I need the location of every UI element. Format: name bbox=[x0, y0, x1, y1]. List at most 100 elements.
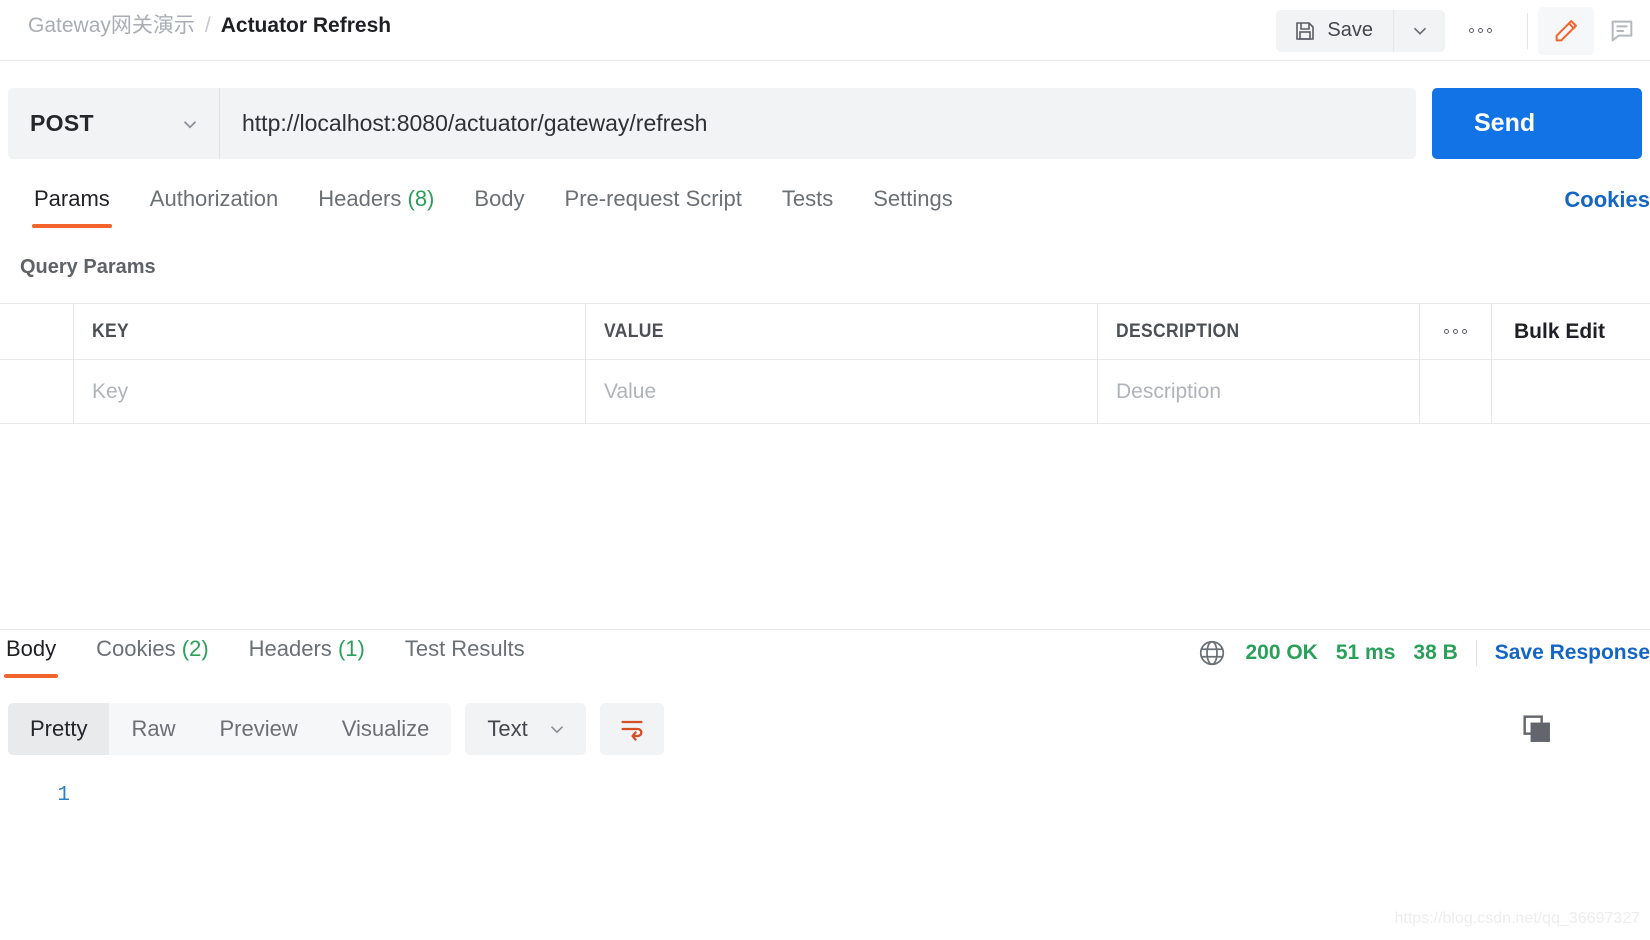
column-header-value: VALUE bbox=[604, 320, 664, 342]
breadcrumb-separator: / bbox=[204, 14, 211, 37]
send-button[interactable]: Send bbox=[1432, 88, 1642, 159]
globe-icon[interactable] bbox=[1197, 638, 1227, 668]
param-value-placeholder: Value bbox=[604, 379, 657, 403]
copy-response-button[interactable] bbox=[1514, 706, 1558, 750]
tab-count: (1) bbox=[337, 636, 365, 661]
comment-icon bbox=[1608, 17, 1636, 45]
tab-settings[interactable]: Settings bbox=[853, 183, 973, 228]
tab-pre-request-script[interactable]: Pre-request Script bbox=[545, 183, 762, 228]
response-format-value: Text bbox=[487, 716, 528, 741]
tab-label: Body bbox=[474, 186, 525, 211]
ellipsis-icon bbox=[1468, 28, 1492, 33]
request-tab-bar: Params Authorization Headers (8) Body Pr… bbox=[0, 183, 1650, 239]
tab-body[interactable]: Body bbox=[454, 183, 544, 228]
bulk-edit-button[interactable]: Bulk Edit bbox=[1492, 304, 1650, 359]
param-description-input[interactable]: Description bbox=[1098, 360, 1420, 423]
param-description-placeholder: Description bbox=[1116, 379, 1222, 403]
response-separator bbox=[0, 629, 1650, 630]
tab-tests[interactable]: Tests bbox=[762, 183, 853, 228]
more-options-button[interactable] bbox=[1451, 10, 1509, 52]
request-url-input[interactable]: http://localhost:8080/actuator/gateway/r… bbox=[220, 88, 1416, 159]
top-bar: Gateway网关演示 / Actuator Refresh Save bbox=[0, 0, 1650, 61]
request-url-bar: POST http://localhost:8080/actuator/gate… bbox=[8, 88, 1642, 159]
table-row: Key Value Description bbox=[0, 360, 1650, 424]
tab-authorization[interactable]: Authorization bbox=[130, 183, 298, 228]
tab-count: (2) bbox=[181, 636, 209, 661]
tab-label: Pre-request Script bbox=[564, 186, 742, 211]
code-line: 1 bbox=[0, 772, 1650, 807]
viewer-mode-label: Pretty bbox=[30, 716, 88, 741]
response-size: 38 B bbox=[1413, 641, 1458, 664]
header-key-cell: KEY bbox=[74, 304, 586, 359]
table-header-row: KEY VALUE DESCRIPTION Bulk Edit bbox=[0, 304, 1650, 360]
http-method-select[interactable]: POST bbox=[8, 88, 220, 159]
page-title: Actuator Refresh bbox=[220, 14, 392, 37]
comments-button[interactable] bbox=[1594, 7, 1650, 55]
chevron-down-icon bbox=[179, 113, 201, 135]
toolbar-divider bbox=[1527, 12, 1528, 49]
breadcrumb-collection[interactable]: Gateway网关演示 bbox=[28, 9, 195, 39]
floppy-disk-icon bbox=[1293, 19, 1317, 43]
response-viewer-toolbar: Pretty Raw Preview Visualize Text bbox=[8, 703, 664, 755]
word-wrap-toggle[interactable] bbox=[599, 703, 664, 755]
response-tab-body[interactable]: Body bbox=[0, 633, 76, 678]
http-method-value: POST bbox=[30, 110, 94, 136]
copy-icon bbox=[1519, 711, 1553, 745]
param-value-input[interactable]: Value bbox=[586, 360, 1098, 423]
row-checkbox-cell[interactable] bbox=[0, 360, 74, 423]
header-checkbox-cell bbox=[0, 304, 74, 359]
response-tab-test-results[interactable]: Test Results bbox=[385, 633, 545, 678]
row-more-cell bbox=[1420, 360, 1492, 423]
param-key-input[interactable]: Key bbox=[74, 360, 586, 423]
save-button-label: Save bbox=[1327, 19, 1373, 41]
word-wrap-icon bbox=[618, 715, 646, 743]
viewer-mode-group: Pretty Raw Preview Visualize bbox=[8, 703, 452, 755]
tab-params[interactable]: Params bbox=[14, 183, 130, 228]
response-format-select[interactable]: Text bbox=[465, 703, 586, 755]
viewer-mode-label: Raw bbox=[131, 716, 176, 741]
response-tab-bar: Body Cookies (2) Headers (1) Test Result… bbox=[0, 633, 1650, 689]
tab-label: Tests bbox=[781, 186, 834, 211]
top-bar-actions: Save bbox=[1276, 0, 1650, 61]
meta-divider bbox=[1475, 640, 1477, 666]
response-tab-cookies[interactable]: Cookies (2) bbox=[76, 633, 229, 678]
viewer-mode-raw[interactable]: Raw bbox=[109, 703, 197, 755]
postman-app-window: Gateway网关演示 / Actuator Refresh Save POST… bbox=[0, 0, 1650, 940]
save-response-button[interactable]: Save Response bbox=[1495, 641, 1650, 665]
save-options-button[interactable] bbox=[1393, 9, 1445, 52]
params-more-button[interactable] bbox=[1420, 304, 1492, 359]
chevron-down-icon bbox=[1409, 20, 1431, 42]
line-number: 1 bbox=[57, 784, 70, 807]
header-description-cell: DESCRIPTION bbox=[1098, 304, 1420, 359]
tab-count: (8) bbox=[407, 186, 435, 211]
chevron-down-icon bbox=[546, 718, 568, 740]
response-tab-headers[interactable]: Headers (1) bbox=[229, 633, 385, 678]
save-button[interactable]: Save bbox=[1276, 9, 1393, 52]
bulk-edit-label: Bulk Edit bbox=[1514, 319, 1606, 343]
edit-request-button[interactable] bbox=[1538, 6, 1594, 55]
query-params-table: KEY VALUE DESCRIPTION Bulk Edit Key Valu… bbox=[0, 303, 1650, 424]
response-time: 51 ms bbox=[1335, 641, 1396, 664]
watermark: https://blog.csdn.net/qq_36697327 bbox=[1394, 910, 1640, 927]
response-meta: 200 OK 51 ms 38 B Save Response bbox=[1197, 638, 1650, 668]
tab-label: Settings bbox=[873, 186, 953, 211]
tab-label: Headers bbox=[318, 186, 402, 211]
tab-label: Authorization bbox=[149, 186, 279, 211]
header-value-cell: VALUE bbox=[586, 304, 1098, 359]
column-header-description: DESCRIPTION bbox=[1116, 320, 1240, 342]
cookies-link[interactable]: Cookies bbox=[1564, 187, 1650, 213]
viewer-mode-pretty[interactable]: Pretty bbox=[8, 703, 110, 755]
viewer-mode-label: Visualize bbox=[341, 716, 430, 741]
tab-headers[interactable]: Headers (8) bbox=[298, 183, 454, 228]
breadcrumb: Gateway网关演示 / Actuator Refresh bbox=[28, 9, 391, 39]
param-key-placeholder: Key bbox=[92, 379, 129, 403]
viewer-mode-visualize[interactable]: Visualize bbox=[320, 703, 452, 755]
tab-label: Body bbox=[6, 636, 57, 661]
tab-label: Headers bbox=[248, 636, 332, 661]
query-params-heading: Query Params bbox=[20, 256, 156, 278]
pencil-icon bbox=[1552, 17, 1580, 45]
request-tabs: Params Authorization Headers (8) Body Pr… bbox=[0, 183, 973, 228]
viewer-mode-preview[interactable]: Preview bbox=[197, 703, 319, 755]
tab-label: Params bbox=[34, 186, 110, 211]
row-spacer-cell bbox=[1492, 360, 1650, 423]
